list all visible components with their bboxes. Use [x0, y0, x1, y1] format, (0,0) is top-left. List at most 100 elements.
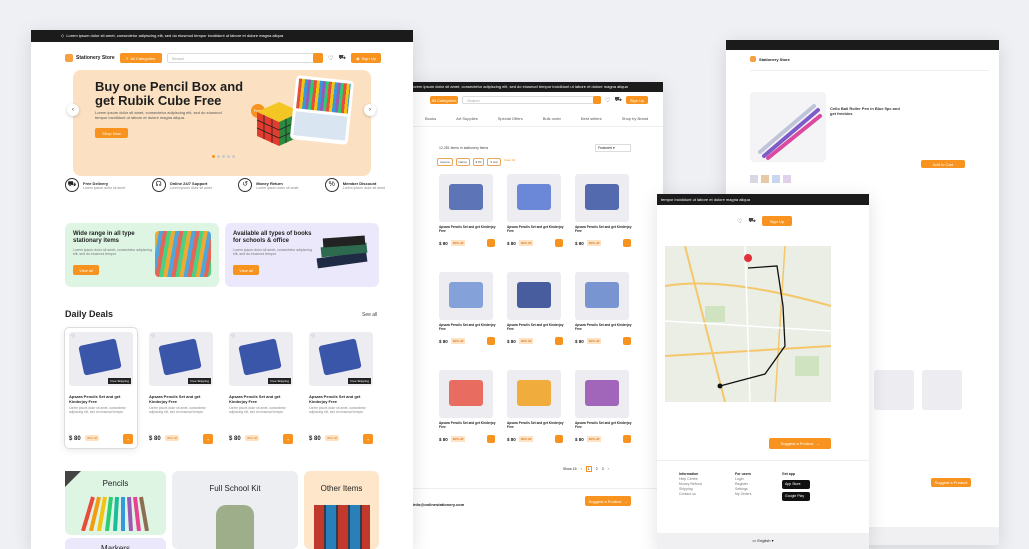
home-logo[interactable]: Stationery Store: [65, 54, 115, 62]
page-size-select[interactable]: Show 15: [563, 467, 577, 471]
nav-art-supplies[interactable]: Art Supplies: [456, 116, 478, 121]
filter-chip[interactable]: Natraj: [455, 158, 470, 166]
product-card[interactable]: Free Shipping ♡ Apsara Pencils Set and get…: [65, 328, 137, 448]
heart-icon[interactable]: ♡: [328, 55, 333, 62]
product-image[interactable]: Free Shipping: [229, 332, 293, 386]
view-all-button[interactable]: View all: [233, 265, 259, 275]
filter-chip[interactable]: $ 80: [472, 158, 485, 166]
view-all-button[interactable]: View all: [73, 265, 99, 275]
grid-product-card[interactable]: Apsara Pencils Set and get Kinderjoy Fre…: [439, 174, 499, 247]
nav-best-sellers[interactable]: Best sellers: [581, 116, 602, 121]
prev-page-icon[interactable]: ‹: [581, 467, 582, 471]
language-select[interactable]: English: [757, 538, 770, 543]
cart-icon[interactable]: ⛟: [748, 217, 756, 225]
add-to-cart-button[interactable]: +: [123, 434, 133, 444]
listing-category-button[interactable]: All Categories: [430, 96, 458, 104]
grid-product-card[interactable]: Apsara Pencils Set and get Kinderjoy Fre…: [507, 174, 567, 247]
add-to-cart-button[interactable]: [555, 239, 563, 247]
add-to-cart-button[interactable]: Add to Cart: [921, 160, 965, 168]
grid-product-card[interactable]: Apsara Pencils Set and get Kinderjoy Fre…: [575, 272, 635, 345]
wishlist-heart-icon[interactable]: ♡: [151, 334, 155, 340]
clear-filters-link[interactable]: Clear All: [504, 158, 515, 166]
hero-next-arrow[interactable]: ›: [364, 104, 376, 116]
category-pencils[interactable]: Pencils: [65, 471, 166, 535]
promo-books[interactable]: Available all types of books for schools…: [225, 223, 379, 287]
listing-signup-button[interactable]: Sign Up: [626, 96, 648, 104]
product-image[interactable]: [507, 370, 561, 418]
product-image[interactable]: Free Shipping: [149, 332, 213, 386]
hero-dots[interactable]: [212, 155, 235, 158]
google-play-badge[interactable]: Google Play: [782, 492, 810, 501]
page-1[interactable]: 1: [585, 466, 592, 472]
cart-icon[interactable]: ⛟: [338, 54, 346, 62]
nav-shop-by-brand[interactable]: Shop by Brand: [622, 116, 648, 121]
product-image[interactable]: [439, 174, 493, 222]
product-image[interactable]: [507, 272, 561, 320]
category-full-school-kit[interactable]: Full School Kit: [172, 471, 298, 549]
page-2[interactable]: 2: [596, 467, 598, 471]
grid-product-card[interactable]: Apsara Pencils Set and get Kinderjoy Fre…: [507, 370, 567, 443]
search-input[interactable]: Search: [166, 53, 324, 63]
map-signup-button[interactable]: Sign Up: [761, 216, 792, 226]
filter-chip[interactable]: Apsara: [437, 158, 453, 166]
wishlist-heart-icon[interactable]: ♡: [311, 334, 315, 340]
add-to-cart-button[interactable]: +: [283, 434, 293, 444]
filter-chip[interactable]: 5 star: [487, 158, 501, 166]
search-icon[interactable]: [313, 53, 324, 63]
add-to-cart-button[interactable]: [555, 337, 563, 345]
hero-prev-arrow[interactable]: ‹: [67, 104, 79, 116]
add-to-cart-button[interactable]: +: [203, 434, 213, 444]
product-image[interactable]: [439, 370, 493, 418]
product-card[interactable]: Free Shipping ♡ Apsara Pencils Set and get…: [305, 328, 377, 448]
add-to-cart-button[interactable]: [623, 239, 631, 247]
wishlist-heart-icon[interactable]: ♡: [71, 334, 75, 340]
add-to-cart-button[interactable]: [555, 435, 563, 443]
detail-logo[interactable]: Stationery Store: [750, 56, 790, 62]
store-map[interactable]: [665, 246, 831, 402]
add-to-cart-button[interactable]: [623, 435, 631, 443]
wishlist-heart-icon[interactable]: ♡: [231, 334, 235, 340]
grid-product-card[interactable]: Apsara Pencils Set and get Kinderjoy Fre…: [575, 370, 635, 443]
footer-link[interactable]: My Orders: [735, 492, 751, 497]
grid-product-card[interactable]: Apsara Pencils Set and get Kinderjoy Fre…: [439, 272, 499, 345]
app-store-badge[interactable]: App Store: [782, 480, 810, 489]
product-image[interactable]: [575, 370, 629, 418]
product-image[interactable]: Free Shipping: [69, 332, 133, 386]
nav-books[interactable]: Books: [425, 116, 436, 121]
category-markers[interactable]: Markers: [65, 538, 166, 549]
product-image[interactable]: Free Shipping: [309, 332, 373, 386]
promo-stationery[interactable]: Wide range in all type stationary items …: [65, 223, 219, 287]
page-3[interactable]: 3: [602, 467, 604, 471]
category-other-items[interactable]: Other Items: [304, 471, 379, 549]
grid-product-card[interactable]: Apsara Pencils Set and get Kinderjoy Fre…: [507, 272, 567, 345]
product-image[interactable]: [575, 174, 629, 222]
add-to-cart-button[interactable]: +: [363, 434, 373, 444]
nav-bulk-order[interactable]: Bulk order: [543, 116, 561, 121]
add-to-cart-button[interactable]: [487, 435, 495, 443]
next-page-icon[interactable]: ›: [608, 467, 609, 471]
footer-link[interactable]: Contact us: [679, 492, 702, 497]
product-image[interactable]: [575, 272, 629, 320]
shop-now-button[interactable]: Shop Now: [95, 128, 128, 138]
product-image[interactable]: [439, 272, 493, 320]
add-to-cart-button[interactable]: [623, 337, 631, 345]
footer-email[interactable]: info@onlinestationery.com: [413, 502, 464, 507]
category-button[interactable]: ≡ All Categories: [119, 53, 162, 63]
heart-icon[interactable]: ♡: [605, 97, 610, 104]
listing-suggest-button[interactable]: Suggest a Product →: [585, 496, 631, 506]
listing-search-input[interactable]: Search: [462, 96, 602, 104]
grid-product-card[interactable]: Apsara Pencils Set and get Kinderjoy Fre…: [439, 370, 499, 443]
add-to-cart-button[interactable]: [487, 239, 495, 247]
nav-special-offers[interactable]: Special Offers: [498, 116, 523, 121]
product-image[interactable]: [507, 174, 561, 222]
sort-select[interactable]: Featured ▾: [595, 144, 631, 152]
signup-button[interactable]: ◉ Sign Up: [351, 53, 381, 63]
heart-icon[interactable]: ♡: [737, 218, 742, 225]
grid-product-card[interactable]: Apsara Pencils Set and get Kinderjoy Fre…: [575, 174, 635, 247]
product-card[interactable]: Free Shipping ♡ Apsara Pencils Set and get…: [225, 328, 297, 448]
map-suggest-button[interactable]: Suggest a Product →: [769, 438, 831, 449]
detail-suggest-button[interactable]: Suggest a Product: [931, 478, 971, 487]
see-all-link[interactable]: See all: [362, 312, 377, 318]
cart-icon[interactable]: ⛟: [614, 96, 622, 104]
add-to-cart-button[interactable]: [487, 337, 495, 345]
